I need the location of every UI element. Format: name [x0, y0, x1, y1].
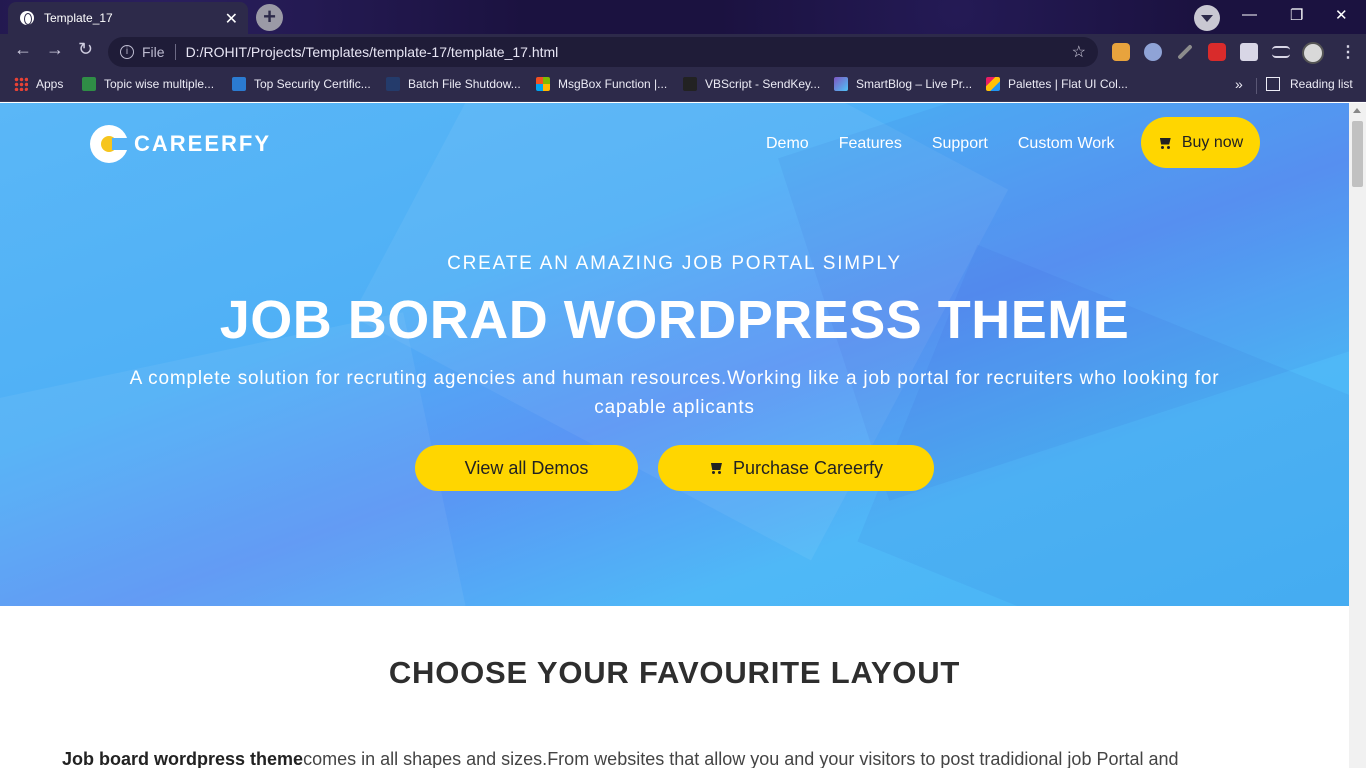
hero-description: A complete solution for recruting agenci…: [129, 368, 1220, 418]
careerfy-logo-icon: [90, 125, 130, 163]
bookmark-label: Palettes | Flat UI Col...: [1008, 77, 1128, 91]
smartblog-icon: [834, 77, 848, 91]
cart-icon: [709, 463, 723, 474]
cart-icon: [1158, 138, 1172, 149]
section-title: CHOOSE YOUR FAVOURITE LAYOUT: [388, 655, 961, 690]
tab-search-button[interactable]: [1194, 5, 1220, 31]
reading-list-icon: [1266, 77, 1280, 91]
microsoft-icon: [536, 77, 550, 91]
tab-title: Template_17: [44, 11, 113, 25]
browser-toolbar: ← → ↻ i File D:/ROHIT/Projects/Templates…: [0, 34, 1366, 70]
bookmark-msgbox[interactable]: MsgBox Function |...: [536, 77, 667, 91]
view-all-demos-button[interactable]: View all Demos: [415, 445, 638, 491]
info-icon[interactable]: i: [120, 45, 134, 59]
nav-custom-work[interactable]: Custom Work: [1018, 135, 1115, 153]
view-all-demos-label: View all Demos: [464, 457, 589, 478]
page-viewport: CAREERFY Demo Features Support Custom Wo…: [0, 103, 1349, 768]
url-divider: [174, 44, 176, 60]
browser-tab[interactable]: Template_17 ✕: [8, 2, 248, 34]
hero-background-shape: [0, 312, 466, 606]
bookmarks-divider: [1256, 78, 1257, 94]
bookmark-label: SmartBlog – Live Pr...: [856, 77, 973, 91]
bookmark-smartblog[interactable]: SmartBlog – Live Pr...: [834, 77, 972, 91]
main-nav: Demo Features Support Custom Work: [766, 135, 1144, 153]
new-tab-button[interactable]: +: [256, 4, 283, 31]
minimize-button[interactable]: —: [1242, 6, 1257, 23]
bookmark-label: Batch File Shutdow...: [408, 77, 521, 91]
bookmark-label: Topic wise multiple...: [104, 77, 215, 91]
hero-section: CAREERFY Demo Features Support Custom Wo…: [0, 103, 1349, 606]
bookmark-vbscript[interactable]: VBScript - SendKey...: [683, 77, 820, 91]
geeksforgeeks-icon: [82, 77, 96, 91]
intro-bold-text: Job board wordpress theme: [62, 749, 304, 768]
nav-support[interactable]: Support: [932, 135, 988, 153]
profile-avatar[interactable]: [1302, 42, 1324, 64]
globe-icon: [20, 11, 34, 25]
purchase-careerfy-label: Purchase Careerfy: [732, 457, 884, 478]
browser-titlebar: Template_17 ✕ + — ❐ ✕: [0, 0, 1366, 34]
reading-list-button[interactable]: Reading list: [1266, 77, 1353, 91]
bookmark-topic-wise[interactable]: Topic wise multiple...: [82, 77, 214, 91]
palette-icon: [986, 77, 1000, 91]
bookmark-apps[interactable]: Apps: [14, 77, 63, 91]
nav-features[interactable]: Features: [839, 135, 902, 153]
media-queue-icon[interactable]: [1272, 46, 1290, 58]
url-text[interactable]: D:/ROHIT/Projects/Templates/template-17/…: [186, 44, 559, 60]
bookmark-palettes[interactable]: Palettes | Flat UI Col...: [986, 77, 1128, 91]
intro-text: comes in all shapes and sizes.From websi…: [303, 749, 1179, 768]
restore-button[interactable]: ❐: [1290, 6, 1303, 24]
bookmark-label: Apps: [36, 77, 64, 91]
bookmark-star-icon[interactable]: ☆: [1072, 42, 1086, 62]
page-scrollbar[interactable]: [1349, 103, 1366, 768]
logo-text: CAREERFY: [134, 131, 272, 156]
bookmark-label: MsgBox Function |...: [558, 77, 668, 91]
hero-headline: JOB BORAD WORDPRESS THEME: [219, 290, 1130, 350]
hero-kicker: CREATE AN AMAZING JOB PORTAL SIMPLY: [447, 253, 902, 274]
url-scheme: File: [142, 44, 165, 60]
doc-icon: [386, 77, 400, 91]
bookmark-batch-file[interactable]: Batch File Shutdow...: [386, 77, 521, 91]
tab-close-icon[interactable]: ✕: [225, 9, 238, 29]
extension-owl-icon[interactable]: [1112, 43, 1130, 61]
nav-demo[interactable]: Demo: [766, 135, 809, 153]
extension-media-icon[interactable]: [1208, 43, 1226, 61]
reading-list-label: Reading list: [1290, 77, 1353, 91]
apps-grid-icon: [14, 77, 28, 91]
bookmark-label: Top Security Certific...: [254, 77, 371, 91]
menu-kebab-icon[interactable]: ⋮: [1340, 42, 1356, 62]
buy-now-button[interactable]: Buy now: [1141, 117, 1260, 168]
site-icon: [232, 77, 246, 91]
bookmark-security-cert[interactable]: Top Security Certific...: [232, 77, 371, 91]
scroll-up-arrow-icon[interactable]: [1353, 108, 1361, 113]
extension-block-icon[interactable]: [1144, 43, 1162, 61]
careerfy-logo[interactable]: CAREERFY: [90, 125, 271, 163]
bookmark-label: VBScript - SendKey...: [705, 77, 821, 91]
back-arrow-icon[interactable]: ←: [14, 39, 32, 60]
address-bar[interactable]: i File D:/ROHIT/Projects/Templates/templ…: [108, 37, 1098, 67]
close-window-button[interactable]: ✕: [1335, 6, 1348, 24]
intro-paragraph: Job board wordpress themecomes in all sh…: [62, 749, 1302, 768]
purchase-careerfy-button[interactable]: Purchase Careerfy: [658, 445, 934, 491]
extension-wand-icon[interactable]: [1177, 44, 1193, 60]
scrollbar-thumb[interactable]: [1352, 121, 1363, 187]
bookmarks-overflow-icon[interactable]: »: [1235, 76, 1243, 92]
buy-now-label: Buy now: [1181, 133, 1244, 151]
reload-icon[interactable]: ↻: [78, 39, 93, 60]
site-icon: [683, 77, 697, 91]
forward-arrow-icon[interactable]: →: [46, 39, 64, 60]
extensions-puzzle-icon[interactable]: [1240, 43, 1258, 61]
bookmarks-bar: Apps Topic wise multiple... Top Security…: [0, 70, 1366, 102]
